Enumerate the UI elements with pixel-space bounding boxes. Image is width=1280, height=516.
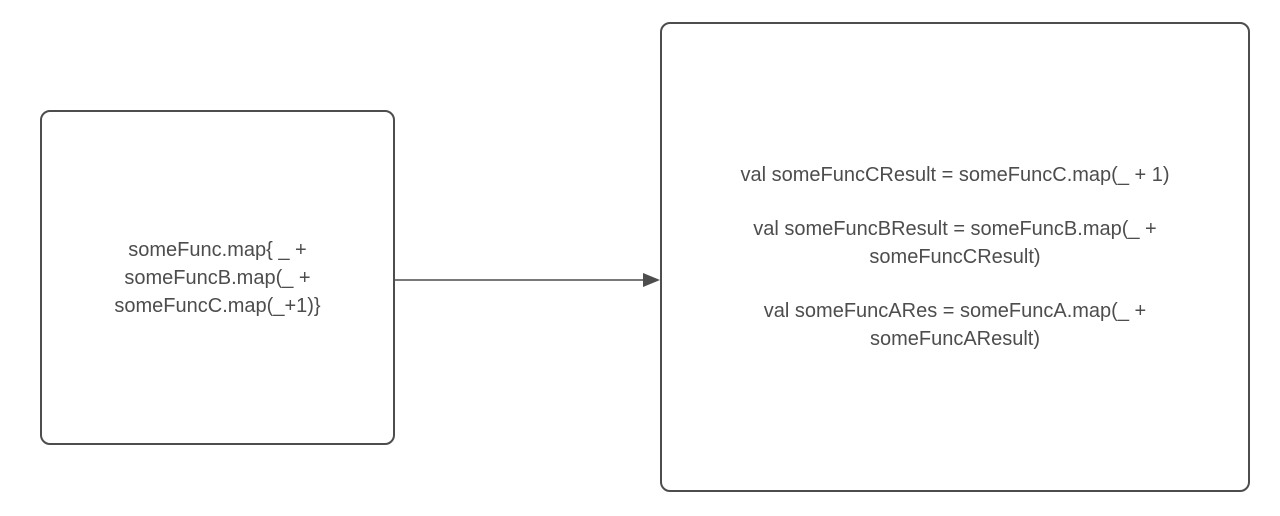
code-block: val someFuncARes = someFuncA.map(_ + som…	[764, 297, 1146, 353]
code-block: val someFuncBResult = someFuncB.map(_ + …	[753, 215, 1157, 271]
right-code-box: val someFuncCResult = someFuncC.map(_ + …	[660, 22, 1250, 492]
arrow-icon	[395, 270, 660, 290]
code-line: someFunc.map{ _ +	[114, 236, 320, 264]
left-code-content: someFunc.map{ _ + someFuncB.map(_ + some…	[114, 236, 320, 320]
code-line: val someFuncBResult = someFuncB.map(_ +	[753, 215, 1157, 243]
code-line: val someFuncCResult = someFuncC.map(_ + …	[740, 161, 1169, 189]
code-line: someFuncB.map(_ +	[114, 264, 320, 292]
code-line: someFuncC.map(_+1)}	[114, 292, 320, 320]
left-code-box: someFunc.map{ _ + someFuncB.map(_ + some…	[40, 110, 395, 445]
code-line: val someFuncARes = someFuncA.map(_ +	[764, 297, 1146, 325]
code-line: someFuncAResult)	[764, 325, 1146, 353]
code-line: someFuncCResult)	[753, 243, 1157, 271]
code-block: val someFuncCResult = someFuncC.map(_ + …	[740, 161, 1169, 189]
